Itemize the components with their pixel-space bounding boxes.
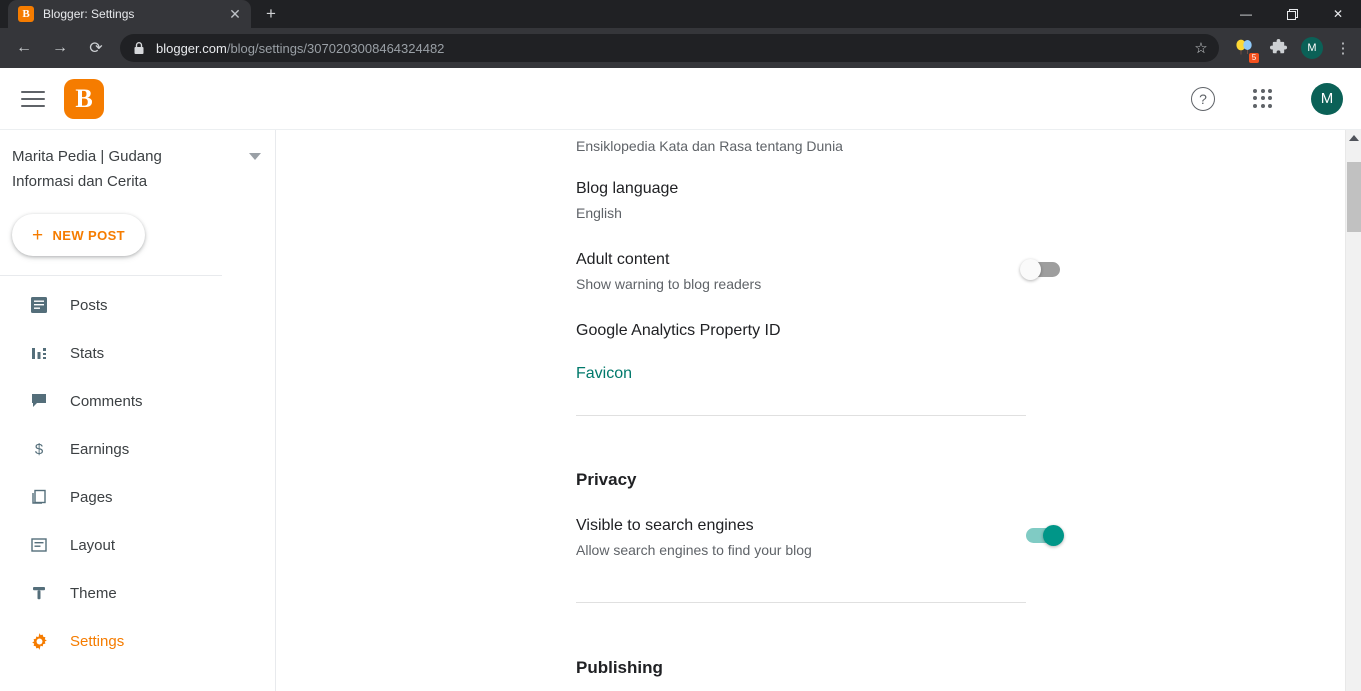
- new-post-label: NEW POST: [52, 228, 125, 243]
- url-path: /blog/settings/3070203008464324482: [227, 41, 445, 56]
- body-area: Marita Pedia | Gudang Informasi dan Ceri…: [0, 130, 1361, 691]
- publishing-section-title: Publishing: [576, 658, 663, 678]
- new-tab-button[interactable]: +: [257, 0, 285, 28]
- scrollbar-thumb[interactable]: [1347, 162, 1361, 232]
- section-divider: [576, 415, 1026, 416]
- sidebar-item-label: Theme: [70, 585, 117, 602]
- theme-icon: [28, 582, 50, 604]
- sidebar-item-theme[interactable]: Theme: [0, 569, 275, 617]
- sidebar-item-label: Pages: [70, 489, 113, 506]
- adult-content-title: Adult content: [576, 251, 1026, 269]
- reload-icon[interactable]: ⟳: [81, 33, 111, 63]
- adult-content-toggle[interactable]: [1020, 259, 1064, 281]
- sidebar-item-layout[interactable]: Layout: [0, 521, 275, 569]
- new-post-button[interactable]: + NEW POST: [12, 214, 145, 256]
- browser-toolbar: ← → ⟳ blogger.com/blog/settings/30702030…: [0, 28, 1361, 68]
- svg-text:$: $: [35, 441, 44, 458]
- blog-selector[interactable]: Marita Pedia | Gudang Informasi dan Ceri…: [0, 144, 275, 194]
- toggle-knob: [1020, 259, 1041, 280]
- apps-grid-icon[interactable]: [1253, 89, 1273, 109]
- google-analytics-title: Google Analytics Property ID: [576, 322, 781, 340]
- bookmark-star-icon[interactable]: ☆: [1191, 38, 1211, 58]
- chevron-down-icon: [249, 153, 261, 160]
- lock-icon: [132, 41, 146, 55]
- favicon-row[interactable]: Favicon: [576, 365, 632, 383]
- avatar[interactable]: M: [1311, 83, 1343, 115]
- blog-description-row: Ensiklopedia Kata dan Rasa tentang Dunia: [576, 138, 843, 154]
- sidebar-item-earnings[interactable]: $ Earnings: [0, 425, 275, 473]
- blog-name: Marita Pedia | Gudang Informasi dan Ceri…: [12, 144, 202, 194]
- close-window-button[interactable]: ✕: [1315, 0, 1361, 28]
- sidebar: Marita Pedia | Gudang Informasi dan Ceri…: [0, 130, 276, 691]
- visible-to-search-subtitle: Allow search engines to find your blog: [576, 542, 1026, 558]
- forward-icon[interactable]: →: [45, 33, 75, 63]
- tab-strip: B Blogger: Settings ✕ + — ✕: [0, 0, 1361, 28]
- url-domain: blogger.com: [156, 41, 227, 56]
- comments-icon: [28, 390, 50, 412]
- blog-description: Ensiklopedia Kata dan Rasa tentang Dunia: [576, 138, 843, 154]
- sidebar-item-posts[interactable]: Posts: [0, 281, 275, 329]
- hamburger-icon[interactable]: [18, 84, 48, 114]
- minimize-button[interactable]: —: [1223, 0, 1269, 28]
- sidebar-item-settings[interactable]: Settings: [0, 617, 275, 665]
- window-controls: — ✕: [1223, 0, 1361, 28]
- sidebar-item-label: Settings: [70, 633, 124, 650]
- address-bar[interactable]: blogger.com/blog/settings/30702030084643…: [120, 34, 1219, 62]
- plus-icon: +: [32, 226, 44, 245]
- sidebar-item-label: Stats: [70, 345, 104, 362]
- visible-to-search-toggle[interactable]: [1020, 525, 1064, 547]
- favicon-label: Favicon: [576, 365, 632, 383]
- blog-language-value: English: [576, 205, 678, 221]
- puzzle-extension-icon[interactable]: [1265, 35, 1291, 61]
- posts-icon: [28, 294, 50, 316]
- section-divider-2: [576, 602, 1026, 603]
- scroll-up-arrow-icon[interactable]: [1349, 135, 1359, 141]
- help-icon[interactable]: ?: [1191, 87, 1215, 111]
- maximize-button[interactable]: [1269, 0, 1315, 28]
- earnings-icon: $: [28, 438, 50, 460]
- sidebar-item-label: Posts: [70, 297, 108, 314]
- page-scrollbar[interactable]: [1345, 130, 1361, 691]
- blog-language-title: Blog language: [576, 180, 678, 198]
- blog-language-row[interactable]: Blog language English: [576, 180, 678, 221]
- tab-title: Blogger: Settings: [43, 7, 227, 21]
- extension-badge: 5: [1249, 53, 1259, 63]
- sidebar-nav: Posts Stats Comments: [0, 276, 275, 665]
- browser-tab[interactable]: B Blogger: Settings ✕: [8, 0, 251, 28]
- settings-gear-icon: [28, 630, 50, 652]
- sidebar-item-stats[interactable]: Stats: [0, 329, 275, 377]
- header-actions: ? M: [1191, 83, 1343, 115]
- blogger-app-header: B ? M: [0, 68, 1361, 130]
- balloons-extension-icon[interactable]: 5: [1231, 35, 1257, 61]
- sidebar-item-pages[interactable]: Pages: [0, 473, 275, 521]
- layout-icon: [28, 534, 50, 556]
- close-icon[interactable]: ✕: [227, 6, 243, 22]
- browser-menu-icon[interactable]: ⋮: [1331, 36, 1355, 60]
- google-analytics-row[interactable]: Google Analytics Property ID: [576, 322, 781, 340]
- back-icon[interactable]: ←: [9, 33, 39, 63]
- blogger-logo-icon[interactable]: B: [64, 79, 104, 119]
- privacy-section-title: Privacy: [576, 470, 637, 490]
- adult-content-row[interactable]: Adult content Show warning to blog reade…: [576, 251, 1026, 292]
- sidebar-item-label: Layout: [70, 537, 115, 554]
- page-content: B ? M Marita Pedia | Gudang Informasi da…: [0, 68, 1361, 691]
- stats-icon: [28, 342, 50, 364]
- maximize-icon: [1287, 9, 1298, 20]
- sidebar-item-label: Earnings: [70, 441, 129, 458]
- url-text: blogger.com/blog/settings/30702030084643…: [156, 41, 444, 56]
- profile-avatar[interactable]: M: [1299, 35, 1325, 61]
- browser-window: B Blogger: Settings ✕ + — ✕ ← → ⟳ blog: [0, 0, 1361, 691]
- pages-icon: [28, 486, 50, 508]
- adult-content-subtitle: Show warning to blog readers: [576, 276, 1026, 292]
- sidebar-item-label: Comments: [70, 393, 143, 410]
- profile-avatar-letter: M: [1301, 37, 1323, 59]
- toggle-knob: [1043, 525, 1064, 546]
- visible-to-search-title: Visible to search engines: [576, 517, 1026, 535]
- settings-content: Ensiklopedia Kata dan Rasa tentang Dunia…: [276, 130, 1361, 691]
- visible-to-search-row[interactable]: Visible to search engines Allow search e…: [576, 517, 1026, 558]
- blogger-favicon-icon: B: [18, 6, 34, 22]
- sidebar-item-comments[interactable]: Comments: [0, 377, 275, 425]
